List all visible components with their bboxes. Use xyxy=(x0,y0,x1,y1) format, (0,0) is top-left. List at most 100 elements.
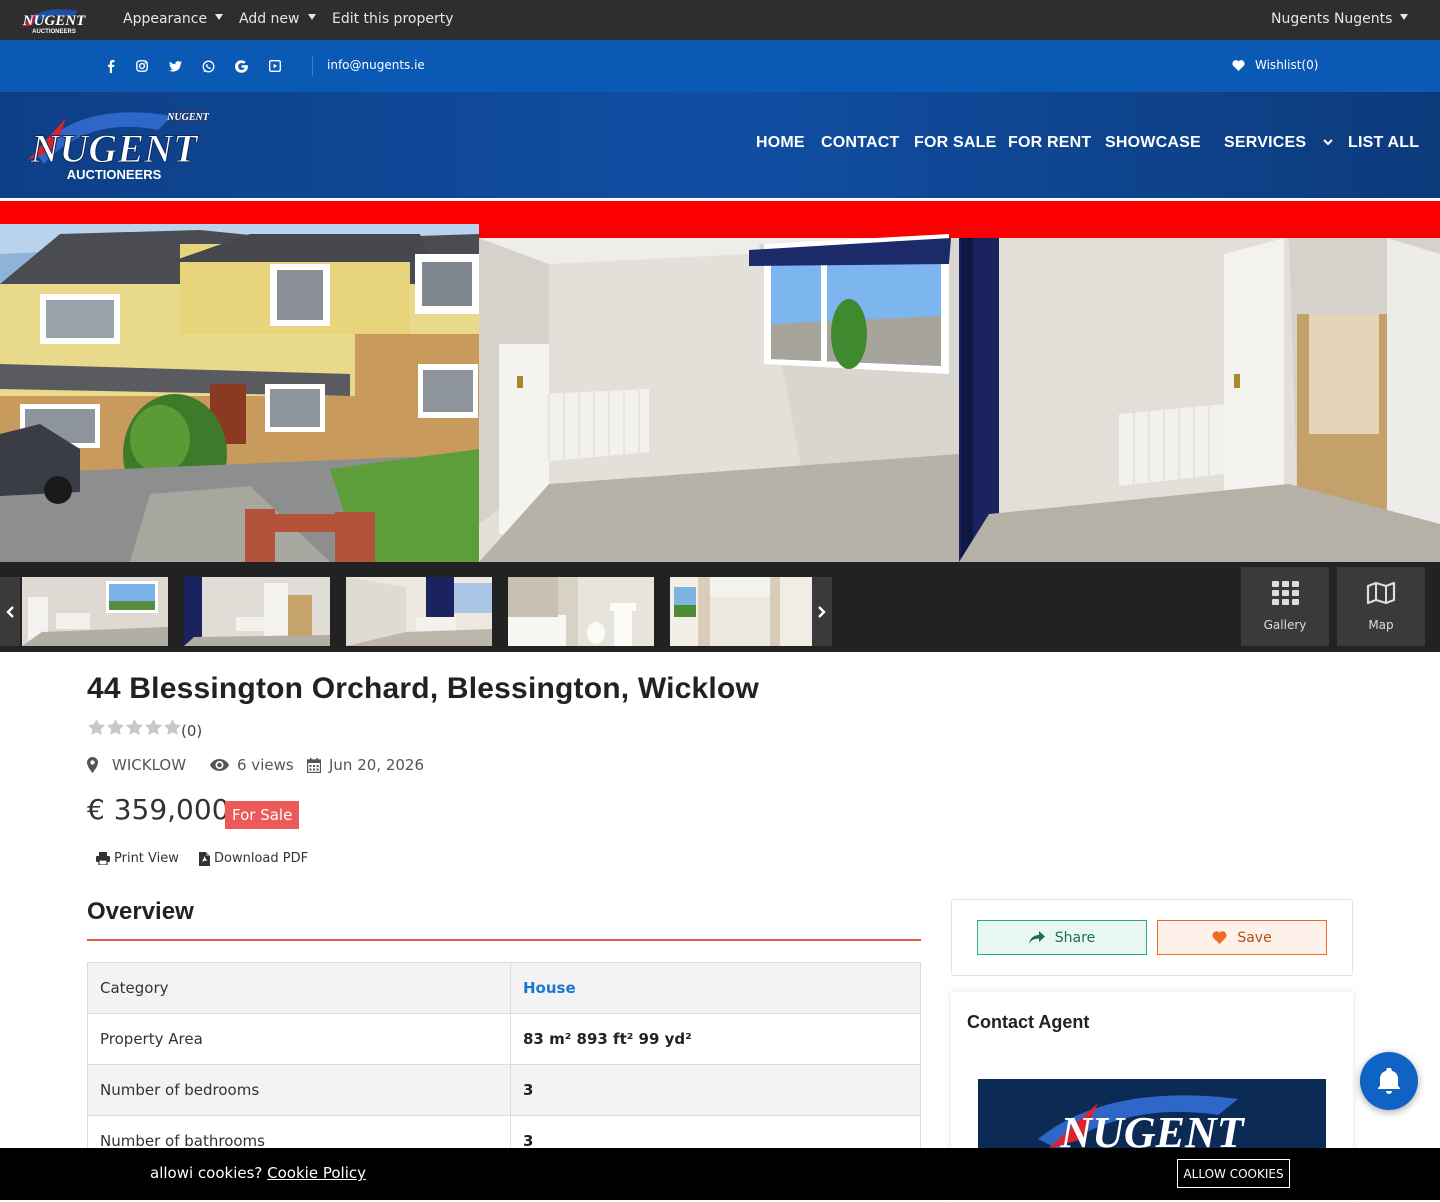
date-label: Jun 20, 2026 xyxy=(329,756,425,774)
nav-for-rent[interactable]: FOR RENT xyxy=(1008,134,1091,152)
photo-bedroom-window[interactable] xyxy=(479,224,959,562)
site-logo[interactable]: NUGENT NUGENT AUCTIONEERS xyxy=(22,106,210,184)
star-icon xyxy=(88,719,105,735)
property-date: Jun 20, 2026 xyxy=(307,756,424,774)
cookie-text: allowi cookies? Cookie Policy xyxy=(150,1164,366,1182)
allow-cookies-button[interactable]: ALLOW COOKIES xyxy=(1177,1159,1290,1188)
map-icon xyxy=(1366,581,1396,605)
status-badge: For Sale xyxy=(225,801,300,829)
top-contact-bar: info@nugents.ie Wishlist(0) xyxy=(0,40,1440,92)
row-label: Number of bedrooms xyxy=(87,1064,511,1116)
svg-text:NUGENT: NUGENT xyxy=(166,112,210,123)
views-label: 6 views xyxy=(237,756,294,774)
share-label: Share xyxy=(1054,929,1096,946)
thumbnail[interactable] xyxy=(670,577,816,646)
add-new-menu[interactable]: Add new xyxy=(239,11,316,27)
map-label: Map xyxy=(1368,618,1394,632)
share-icon xyxy=(1028,931,1045,944)
youtube-icon[interactable] xyxy=(267,58,283,74)
twitter-icon[interactable] xyxy=(167,58,183,74)
pdf-icon xyxy=(199,851,210,866)
wishlist-label: Wishlist(0) xyxy=(1255,58,1319,72)
share-button[interactable]: Share xyxy=(977,920,1147,955)
category-link[interactable]: House xyxy=(510,962,921,1014)
heart-icon xyxy=(1232,59,1245,71)
overview-table: Category House Property Area 83 m² 893 f… xyxy=(87,962,921,1167)
overview-heading: Overview xyxy=(87,898,194,925)
photo-bedroom-door[interactable] xyxy=(959,224,1440,562)
main-header: NUGENT NUGENT AUCTIONEERS HOME CONTACT F… xyxy=(0,92,1440,198)
nav-showcase[interactable]: SHOWCASE xyxy=(1105,134,1201,152)
share-save-box: Share Save xyxy=(951,899,1353,976)
photo-gallery[interactable] xyxy=(0,224,1440,562)
row-value: 83 m² 893 ft² 99 yd² xyxy=(510,1013,921,1065)
chevron-down-icon xyxy=(1323,139,1333,146)
svg-text:NUGENT: NUGENT xyxy=(30,126,199,171)
overview-divider xyxy=(87,939,921,941)
contact-agent-heading: Contact Agent xyxy=(967,1012,1090,1032)
property-location: WICKLOW xyxy=(87,756,186,774)
svg-text:NUGENT: NUGENT xyxy=(22,13,86,29)
facebook-icon[interactable] xyxy=(103,58,119,74)
instagram-icon[interactable] xyxy=(134,58,150,74)
caret-down-icon xyxy=(215,14,224,20)
prev-arrow-icon[interactable] xyxy=(0,577,20,646)
cookie-policy-link[interactable]: Cookie Policy xyxy=(267,1164,366,1182)
property-views: 6 views xyxy=(210,756,294,774)
row-value: 3 xyxy=(510,1064,921,1116)
appearance-menu[interactable]: Appearance xyxy=(123,11,224,27)
nav-list-all[interactable]: LIST ALL xyxy=(1348,134,1419,152)
notification-bell-icon[interactable] xyxy=(1360,1052,1418,1110)
add-new-label: Add new xyxy=(239,11,300,27)
property-price: € 359,000 xyxy=(87,793,230,826)
download-pdf-label: Download PDF xyxy=(214,851,309,866)
user-menu[interactable]: Nugents Nugents xyxy=(1271,11,1409,27)
eye-icon xyxy=(210,759,229,771)
nav-services[interactable]: SERVICES xyxy=(1224,134,1333,152)
divider xyxy=(312,56,313,76)
row-label: Category xyxy=(87,962,511,1014)
nav-contact[interactable]: CONTACT xyxy=(821,134,899,152)
thumbnail[interactable] xyxy=(508,577,654,646)
user-name: Nugents Nugents xyxy=(1271,11,1393,27)
print-view-label: Print View xyxy=(114,851,179,866)
edit-property-link[interactable]: Edit this property xyxy=(332,11,454,27)
photo-house-exterior[interactable] xyxy=(0,224,479,562)
download-pdf-button[interactable]: Download PDF xyxy=(199,851,308,866)
thumbnail[interactable] xyxy=(22,577,168,646)
whatsapp-icon[interactable] xyxy=(200,58,216,74)
table-row: Property Area 83 m² 893 ft² 99 yd² xyxy=(87,1013,921,1065)
email-link[interactable]: info@nugents.ie xyxy=(327,58,425,72)
svg-text:AUCTIONEERS: AUCTIONEERS xyxy=(67,167,162,182)
google-icon[interactable] xyxy=(233,58,249,74)
print-icon xyxy=(96,852,110,865)
table-row: Number of bedrooms 3 xyxy=(87,1064,921,1116)
caret-down-icon xyxy=(1400,14,1409,20)
table-row: Category House xyxy=(87,962,921,1014)
nav-home[interactable]: HOME xyxy=(756,134,805,152)
rating-stars[interactable] xyxy=(88,719,181,735)
save-label: Save xyxy=(1237,929,1272,946)
wishlist-link[interactable]: Wishlist(0) xyxy=(1232,58,1318,72)
print-view-button[interactable]: Print View xyxy=(96,851,179,866)
grid-icon xyxy=(1272,581,1299,605)
thumbnail[interactable] xyxy=(346,577,492,646)
admin-site-logo[interactable]: NUGENT AUCTIONEERS xyxy=(18,5,90,35)
property-title: 44 Blessington Orchard, Blessington, Wic… xyxy=(87,672,759,705)
rating-count: (0) xyxy=(181,722,203,740)
nav-services-label: SERVICES xyxy=(1224,134,1307,151)
row-label: Property Area xyxy=(87,1013,511,1065)
appearance-label: Appearance xyxy=(123,11,208,27)
svg-text:AUCTIONEERS: AUCTIONEERS xyxy=(32,29,76,35)
save-button[interactable]: Save xyxy=(1157,920,1327,955)
star-icon xyxy=(126,719,143,735)
nav-for-sale[interactable]: FOR SALE xyxy=(914,134,997,152)
star-icon xyxy=(145,719,162,735)
gallery-button[interactable]: Gallery xyxy=(1241,567,1329,646)
thumbnail[interactable] xyxy=(184,577,330,646)
thumbnail-strip: Gallery Map xyxy=(0,562,1440,652)
gallery-label: Gallery xyxy=(1263,618,1307,632)
next-arrow-icon[interactable] xyxy=(812,577,832,646)
star-icon xyxy=(164,719,181,735)
map-button[interactable]: Map xyxy=(1337,567,1425,646)
